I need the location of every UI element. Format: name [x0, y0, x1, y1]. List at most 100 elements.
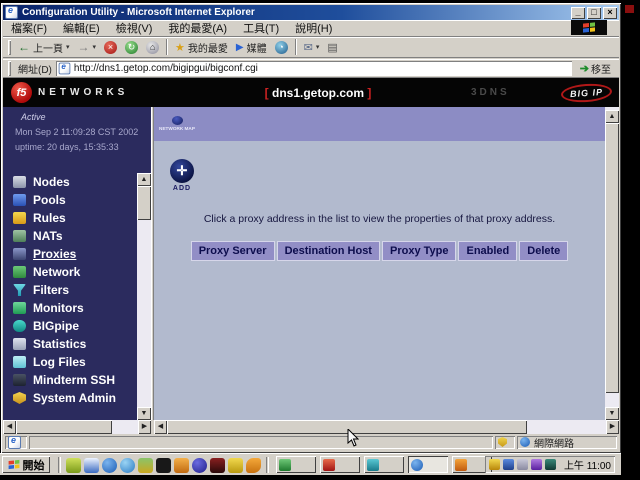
forward-button[interactable]: → ▾	[74, 38, 101, 56]
network-map-button[interactable]: NETWORK MAP	[157, 110, 197, 137]
sidebar-item-mindterm-ssh[interactable]: Mindterm SSH	[13, 371, 116, 389]
sidebar-item-nodes[interactable]: Nodes	[13, 173, 116, 191]
sidebar-item-filters[interactable]: Filters	[13, 281, 116, 299]
taskbar-window-button-2[interactable]	[320, 456, 360, 473]
sidebar-item-bigpipe[interactable]: BIGpipe	[13, 317, 116, 335]
main-hscrollbar[interactable]: ◀ ▶	[154, 420, 619, 434]
menu-tools[interactable]: 工具(T)	[235, 20, 287, 36]
maximize-button[interactable]: □	[587, 7, 601, 19]
title-bar[interactable]: Configuration Utility - Microsoft Intern…	[3, 5, 619, 20]
menu-file[interactable]: 檔案(F)	[3, 20, 55, 36]
column-proxy-server[interactable]: Proxy Server	[191, 241, 275, 261]
menu-favorites[interactable]: 我的最愛(A)	[160, 20, 235, 36]
scrollbar-thumb[interactable]	[605, 123, 619, 393]
product-bigip-label[interactable]: BIG IP	[560, 82, 612, 104]
internet-zone-icon	[520, 437, 530, 447]
tray-app-icon[interactable]	[545, 459, 556, 470]
go-label: 移至	[591, 61, 611, 76]
scroll-down-icon[interactable]: ▼	[137, 407, 151, 420]
stop-button[interactable]: ×	[100, 38, 121, 56]
tray-volume-icon[interactable]	[489, 459, 500, 470]
map-app-icon[interactable]	[138, 458, 153, 473]
sidebar-item-nats[interactable]: NATs	[13, 227, 116, 245]
go-button[interactable]: ➔ 移至	[575, 60, 616, 77]
address-label: 網址(D)	[18, 61, 52, 76]
tray-app-icon[interactable]	[517, 459, 528, 470]
tray-network-icon[interactable]	[503, 459, 514, 470]
console-app-icon[interactable]	[156, 458, 171, 473]
menu-edit[interactable]: 編輯(E)	[55, 20, 108, 36]
utility-app-icon[interactable]	[210, 458, 225, 473]
taskbar-separator	[58, 457, 61, 473]
back-label: 上一頁	[33, 40, 63, 55]
scroll-up-icon[interactable]: ▲	[137, 173, 151, 186]
home-button[interactable]: ⌂	[142, 38, 163, 56]
plus-icon: ✛	[177, 163, 188, 179]
sidebar-hscrollbar[interactable]: ◀ ▶	[3, 420, 151, 434]
msn-icon[interactable]	[120, 458, 135, 473]
ie-window-icon	[5, 6, 18, 19]
add-proxy-button[interactable]: ✛	[170, 159, 194, 183]
sidebar-item-system-admin[interactable]: System Admin	[13, 389, 116, 407]
mail-dropdown-icon[interactable]: ▾	[316, 43, 320, 51]
sidebar-item-log-files[interactable]: Log Files	[13, 353, 116, 371]
folders-icon[interactable]	[228, 458, 243, 473]
start-button[interactable]: 開始	[2, 456, 50, 473]
favorites-button[interactable]: ★ 我的最愛	[171, 38, 232, 56]
taskbar-window-button-1[interactable]	[276, 456, 316, 473]
sidebar-item-proxies[interactable]: Proxies	[13, 245, 116, 263]
history-button[interactable]: ◔	[271, 38, 292, 56]
unit-state: Active	[21, 112, 46, 122]
close-button[interactable]: ×	[603, 7, 617, 19]
scrollbar-thumb[interactable]	[16, 420, 112, 434]
minimize-button[interactable]: _	[571, 7, 585, 19]
toolbar-grip[interactable]	[8, 40, 11, 55]
scroll-right-icon[interactable]: ▶	[606, 420, 619, 434]
back-button[interactable]: ← 上一頁 ▾	[14, 38, 74, 56]
menu-view[interactable]: 檢視(V)	[108, 20, 161, 36]
scrollbar-thumb[interactable]	[137, 186, 151, 220]
instruction-text: Click a proxy address in the list to vie…	[164, 213, 595, 225]
column-proxy-type[interactable]: Proxy Type	[382, 241, 457, 261]
taskbar-window-button-active[interactable]	[408, 456, 448, 473]
product-3dns-label[interactable]: 3DNS	[471, 87, 510, 98]
quick-launch-icon[interactable]	[66, 458, 81, 473]
sidebar-scrollbar[interactable]: ▲ ▼	[137, 173, 151, 420]
network-icon	[13, 266, 26, 278]
taskbar-window-button-3[interactable]	[364, 456, 404, 473]
address-input[interactable]	[71, 63, 570, 74]
tray-app-icon[interactable]	[531, 459, 542, 470]
column-destination-host[interactable]: Destination Host	[277, 241, 380, 261]
scroll-up-icon[interactable]: ▲	[605, 110, 619, 123]
sidebar-item-statistics[interactable]: Statistics	[13, 335, 116, 353]
back-dropdown-icon[interactable]: ▾	[66, 43, 70, 51]
sidebar-item-pools[interactable]: Pools	[13, 191, 116, 209]
sidebar-item-rules[interactable]: Rules	[13, 209, 116, 227]
main-scrollbar[interactable]: ▲ ▼	[605, 107, 619, 420]
column-enabled[interactable]: Enabled	[458, 241, 517, 261]
scroll-right-icon[interactable]: ▶	[138, 420, 151, 434]
show-desktop-icon[interactable]	[84, 458, 99, 473]
print-button[interactable]: ▤	[323, 38, 341, 56]
device-hostname: [ dns1.getop.com ]	[223, 86, 413, 100]
addressbar-grip[interactable]	[8, 61, 11, 76]
scroll-left-icon[interactable]: ◀	[154, 420, 167, 434]
column-delete[interactable]: Delete	[519, 241, 568, 261]
forward-dropdown-icon[interactable]: ▾	[93, 43, 97, 51]
browser-app-icon[interactable]	[246, 458, 261, 473]
scroll-left-icon[interactable]: ◀	[3, 420, 16, 434]
log-files-icon	[13, 356, 26, 368]
sidebar-item-network[interactable]: Network	[13, 263, 116, 281]
taskbar-clock[interactable]: 上午 11:00	[564, 457, 611, 472]
media-button[interactable]: ▶ 媒體	[232, 38, 271, 56]
mail-button[interactable]: ✉ ▾	[300, 38, 324, 56]
internet-zone-label: 網際網路	[534, 435, 574, 450]
menu-help[interactable]: 說明(H)	[287, 20, 340, 36]
refresh-button[interactable]: ↻	[121, 38, 142, 56]
sidebar-item-monitors[interactable]: Monitors	[13, 299, 116, 317]
internet-explorer-icon[interactable]	[102, 458, 117, 473]
mail-icon: ✉	[304, 41, 313, 54]
mail-app-icon[interactable]	[174, 458, 189, 473]
media-player-icon[interactable]	[192, 458, 207, 473]
scroll-down-icon[interactable]: ▼	[605, 407, 619, 420]
